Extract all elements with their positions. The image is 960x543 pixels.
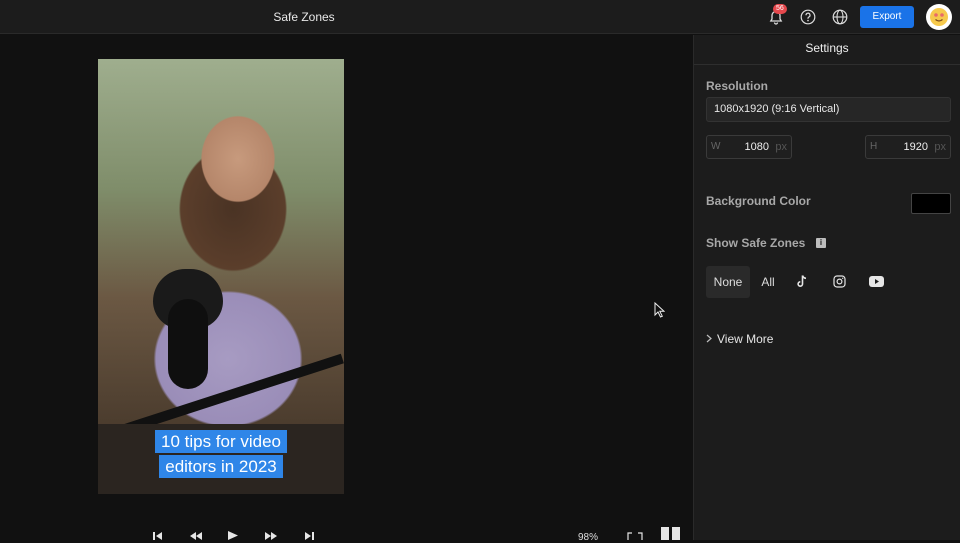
background-color-label: Background Color <box>706 194 811 208</box>
instagram-icon <box>832 275 846 288</box>
tiktok-icon <box>797 275 807 287</box>
zone-youtube-button[interactable] <box>866 266 886 298</box>
emoji-avatar-icon <box>930 8 948 26</box>
globe-icon <box>832 9 848 25</box>
microphone-body <box>168 299 208 389</box>
width-value: 1080 <box>744 141 769 153</box>
language-button[interactable] <box>829 6 851 28</box>
fast-forward-icon[interactable] <box>265 532 277 540</box>
width-unit: px <box>775 141 787 153</box>
fullscreen-icon[interactable] <box>627 532 643 540</box>
width-prefix: W <box>711 141 721 152</box>
rewind-icon[interactable] <box>190 532 202 540</box>
avatar[interactable] <box>926 4 952 30</box>
zone-instagram-button[interactable] <box>829 266 849 298</box>
playback-controls: 98% <box>0 526 692 543</box>
zone-none-button[interactable]: None <box>706 266 750 298</box>
preview-canvas[interactable]: 10 tips for video editors in 2023 <box>0 35 692 540</box>
export-button[interactable]: Export <box>860 6 914 28</box>
height-value: 1920 <box>903 141 928 153</box>
safe-zones-label: Show Safe Zones <box>706 236 806 250</box>
caption-line-2: editors in 2023 <box>159 455 283 478</box>
mic-arm <box>122 353 344 435</box>
mouse-cursor-icon <box>654 302 665 318</box>
video-preview[interactable]: 10 tips for video editors in 2023 <box>98 59 344 494</box>
view-more-toggle[interactable]: View More <box>706 332 773 346</box>
play-icon[interactable] <box>228 531 238 540</box>
settings-header: Settings <box>694 35 960 65</box>
height-input[interactable]: H 1920 px <box>865 135 951 159</box>
help-icon <box>800 9 816 25</box>
background-color-swatch[interactable] <box>911 193 951 214</box>
youtube-icon <box>868 276 884 287</box>
top-bar: Safe Zones 56 Export <box>0 0 960 34</box>
notification-badge: 56 <box>773 4 787 14</box>
view-more-label: View More <box>717 332 774 346</box>
skip-start-icon[interactable] <box>153 532 163 540</box>
video-caption: 10 tips for video editors in 2023 <box>98 429 344 479</box>
settings-panel: Settings Resolution 1080x1920 (9:16 Vert… <box>693 35 960 540</box>
pause-icon[interactable] <box>661 527 681 540</box>
chevron-right-icon <box>706 334 712 343</box>
notifications-button[interactable]: 56 <box>765 4 787 28</box>
skip-end-icon[interactable] <box>304 532 314 540</box>
zone-all-button[interactable]: All <box>756 266 780 298</box>
zoom-level[interactable]: 98% <box>578 532 598 543</box>
window-title: Safe Zones <box>273 10 335 24</box>
height-unit: px <box>934 141 946 153</box>
height-prefix: H <box>870 141 878 152</box>
help-button[interactable] <box>797 6 819 28</box>
zone-tiktok-button[interactable] <box>792 266 812 298</box>
width-input[interactable]: W 1080 px <box>706 135 792 159</box>
caption-line-1: 10 tips for video <box>154 430 287 453</box>
info-icon[interactable]: i <box>816 238 826 248</box>
resolution-select[interactable]: 1080x1920 (9:16 Vertical) <box>706 97 951 122</box>
resolution-label: Resolution <box>706 79 768 93</box>
